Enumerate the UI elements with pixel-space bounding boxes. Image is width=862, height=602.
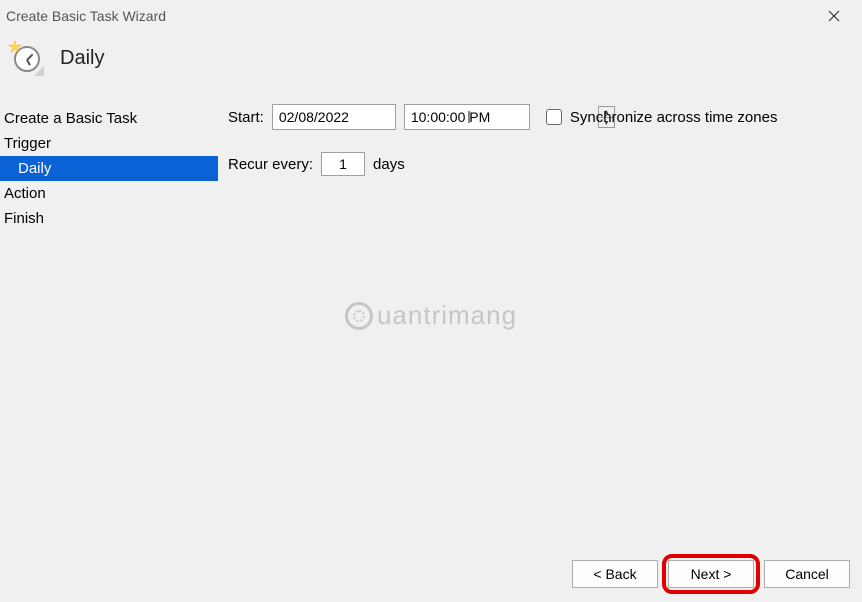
wizard-header: Daily — [0, 32, 862, 104]
wizard-body: Create a Basic Task Trigger Daily Action… — [0, 104, 862, 526]
back-button[interactable]: < Back — [572, 560, 658, 588]
start-date-field[interactable]: ▾ — [272, 104, 396, 130]
next-button[interactable]: Next > — [668, 560, 754, 588]
recur-unit: days — [373, 156, 405, 173]
page-title: Daily — [60, 47, 104, 70]
calendar-icon — [468, 111, 470, 123]
wizard-window: Create Basic Task Wizard Daily Create a … — [0, 0, 862, 602]
wizard-footer: < Back Next > Cancel — [0, 546, 862, 602]
close-button[interactable] — [814, 2, 854, 30]
start-time-field[interactable]: ▲ ▼ — [404, 104, 530, 130]
wizard-content: Start: ▾ ▲ ▼ Synchronize across time zon… — [218, 104, 862, 526]
sync-label: Synchronize across time zones — [570, 109, 778, 126]
start-row: Start: ▾ ▲ ▼ Synchronize across time zon… — [228, 104, 852, 130]
recur-label: Recur every: — [228, 156, 313, 173]
sidebar-item-finish[interactable]: Finish — [0, 206, 218, 231]
start-time-input[interactable] — [409, 108, 594, 126]
sidebar-item-daily[interactable]: Daily — [0, 156, 218, 181]
wizard-sidebar: Create a Basic Task Trigger Daily Action… — [0, 104, 218, 526]
recur-input[interactable] — [321, 152, 365, 176]
next-button-highlight: Next > — [668, 560, 754, 588]
sidebar-item-create-basic-task[interactable]: Create a Basic Task — [0, 106, 218, 131]
close-icon — [828, 10, 840, 22]
wizard-icon — [10, 42, 42, 74]
recur-row: Recur every: days — [228, 152, 852, 176]
titlebar: Create Basic Task Wizard — [0, 0, 862, 32]
window-title: Create Basic Task Wizard — [6, 8, 814, 24]
sync-checkbox[interactable] — [546, 109, 562, 125]
cancel-button[interactable]: Cancel — [764, 560, 850, 588]
sidebar-item-action[interactable]: Action — [0, 181, 218, 206]
sidebar-item-trigger[interactable]: Trigger — [0, 131, 218, 156]
start-label: Start: — [228, 109, 264, 126]
